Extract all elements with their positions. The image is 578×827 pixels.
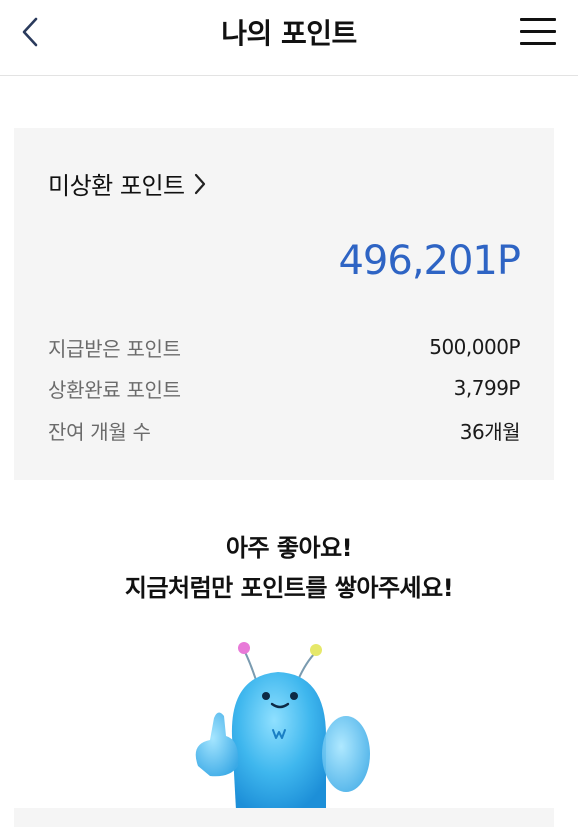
encouragement-message: 아주 좋아요! 지금처럼만 포인트를 쌓아주세요!	[0, 528, 578, 608]
received-points-row: 지급받은 포인트 500,000P	[48, 332, 520, 362]
row-value: 36개월	[459, 419, 521, 444]
chevron-right-icon	[194, 173, 205, 194]
row-label: 잔여 개월 수	[48, 419, 151, 444]
remaining-months-row: 잔여 개월 수 36개월	[48, 415, 521, 445]
menu-line	[520, 30, 556, 33]
row-label: 지급받은 포인트	[48, 336, 181, 361]
redeemed-points-row: 상환완료 포인트 3,799P	[48, 373, 521, 403]
unredeemed-points-balance: 496,201P	[338, 238, 521, 284]
row-label: 상환완료 포인트	[48, 377, 181, 402]
hamburger-menu-icon	[520, 18, 556, 21]
message-line-2: 지금처럼만 포인트를 쌓아주세요!	[124, 574, 454, 602]
mascot-character-image	[195, 642, 370, 810]
row-value: 500,000P	[429, 335, 520, 359]
message-line-1: 아주 좋아요!	[225, 534, 353, 562]
row-value: 3,799P	[453, 376, 521, 400]
unredeemed-points-label: 미상환 포인트	[48, 172, 185, 200]
points-summary-card: 미상환 포인트 496,201P 지급받은 포인트 500,000P 상환완료 …	[14, 128, 554, 480]
menu-button[interactable]	[520, 18, 556, 48]
bottom-card-edge	[14, 808, 554, 827]
page-title: 나의 포인트	[221, 17, 357, 50]
menu-line	[520, 42, 556, 45]
app-header: 나의 포인트	[0, 0, 578, 76]
unredeemed-points-link[interactable]: 미상환 포인트	[48, 166, 207, 201]
